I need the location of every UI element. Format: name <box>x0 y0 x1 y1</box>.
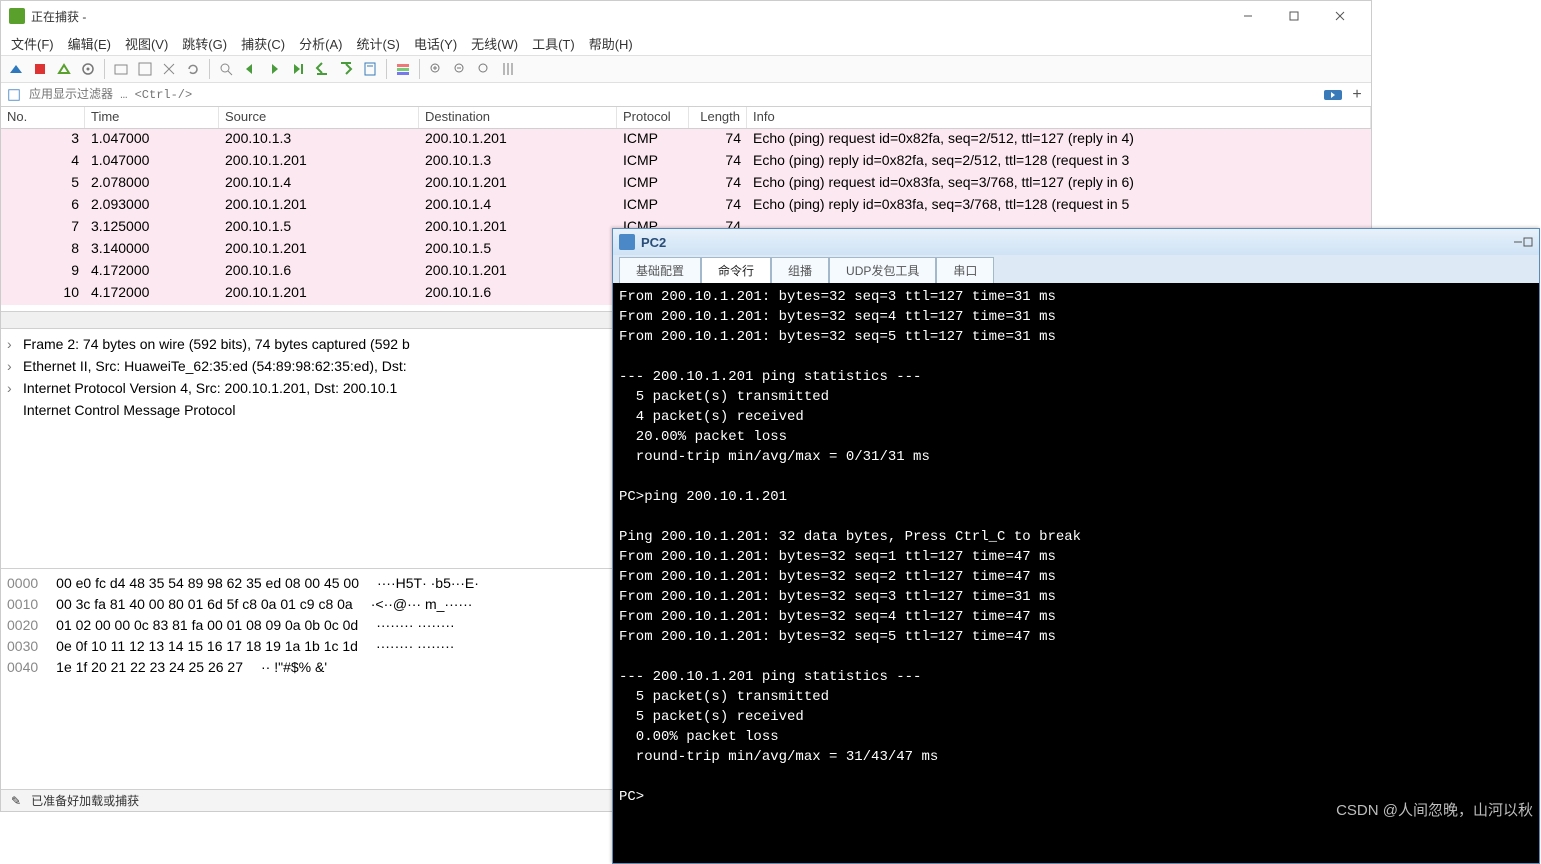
pc2-window: PC2 基础配置命令行组播UDP发包工具串口 From 200.10.1.201… <box>612 228 1540 864</box>
column-no[interactable]: No. <box>1 107 85 128</box>
column-dest[interactable]: Destination <box>419 107 617 128</box>
column-info[interactable]: Info <box>747 107 1371 128</box>
window-title: 正在捕获 - <box>31 8 1225 25</box>
pc2-minimize-button[interactable] <box>1513 235 1523 250</box>
menu-item[interactable]: 编辑(E) <box>62 32 117 55</box>
capture-options-button[interactable] <box>77 58 99 80</box>
chevron-right-icon: › <box>7 355 17 377</box>
pc2-icon <box>619 234 635 250</box>
packet-row[interactable]: 62.093000200.10.1.201200.10.1.4ICMP74Ech… <box>1 195 1371 217</box>
menu-item[interactable]: 帮助(H) <box>583 32 639 55</box>
filter-apply-button[interactable] <box>1321 85 1345 105</box>
stop-capture-button[interactable] <box>29 58 51 80</box>
titlebar: 正在捕获 - <box>1 1 1371 31</box>
packet-row[interactable]: 41.047000200.10.1.201200.10.1.3ICMP74Ech… <box>1 151 1371 173</box>
save-button[interactable] <box>134 58 156 80</box>
menu-item[interactable]: 无线(W) <box>465 32 524 55</box>
menu-item[interactable]: 捕获(C) <box>235 32 291 55</box>
open-file-button[interactable] <box>110 58 132 80</box>
pc2-tab[interactable]: UDP发包工具 <box>829 257 936 283</box>
shark-icon[interactable] <box>5 58 27 80</box>
pc2-tab[interactable]: 串口 <box>936 257 994 283</box>
minimize-button[interactable] <box>1225 1 1271 31</box>
pc2-tab[interactable]: 命令行 <box>701 257 771 283</box>
pc2-tabs: 基础配置命令行组播UDP发包工具串口 <box>613 255 1539 283</box>
menu-item[interactable]: 工具(T) <box>526 32 581 55</box>
close-file-button[interactable] <box>158 58 180 80</box>
reload-button[interactable] <box>182 58 204 80</box>
close-button[interactable] <box>1317 1 1363 31</box>
filter-bar: + <box>1 83 1371 107</box>
column-proto[interactable]: Protocol <box>617 107 689 128</box>
pc2-titlebar: PC2 <box>613 229 1539 255</box>
status-gear-icon[interactable]: ✎ <box>11 794 21 808</box>
go-back-button[interactable] <box>239 58 261 80</box>
goto-packet-button[interactable] <box>287 58 309 80</box>
zoom-in-button[interactable] <box>425 58 447 80</box>
zoom-out-button[interactable] <box>449 58 471 80</box>
colorize-button[interactable] <box>392 58 414 80</box>
find-button[interactable] <box>215 58 237 80</box>
column-length[interactable]: Length <box>689 107 747 128</box>
menu-item[interactable]: 分析(A) <box>293 32 348 55</box>
zoom-reset-button[interactable] <box>473 58 495 80</box>
maximize-button[interactable] <box>1271 1 1317 31</box>
pc2-title: PC2 <box>641 235 1513 250</box>
pc2-maximize-button[interactable] <box>1523 235 1533 250</box>
menu-item[interactable]: 视图(V) <box>119 32 174 55</box>
restart-capture-button[interactable] <box>53 58 75 80</box>
menu-item[interactable]: 文件(F) <box>5 32 60 55</box>
filter-add-button[interactable]: + <box>1345 85 1369 105</box>
chevron-right-icon: › <box>7 377 17 399</box>
packet-list-header: No. Time Source Destination Protocol Len… <box>1 107 1371 129</box>
goto-last-button[interactable] <box>335 58 357 80</box>
pc2-tab[interactable]: 组播 <box>771 257 829 283</box>
chevron-right-icon <box>7 399 17 421</box>
auto-scroll-button[interactable] <box>359 58 381 80</box>
go-forward-button[interactable] <box>263 58 285 80</box>
toolbar <box>1 55 1371 83</box>
display-filter-input[interactable] <box>25 86 1321 104</box>
menu-item[interactable]: 跳转(G) <box>176 32 233 55</box>
menu-item[interactable]: 电话(Y) <box>408 32 463 55</box>
column-time[interactable]: Time <box>85 107 219 128</box>
filter-icon <box>3 88 25 102</box>
packet-row[interactable]: 31.047000200.10.1.3200.10.1.201ICMP74Ech… <box>1 129 1371 151</box>
packet-row[interactable]: 52.078000200.10.1.4200.10.1.201ICMP74Ech… <box>1 173 1371 195</box>
wireshark-icon <box>9 8 25 24</box>
column-source[interactable]: Source <box>219 107 419 128</box>
menu-item[interactable]: 统计(S) <box>350 32 405 55</box>
goto-first-button[interactable] <box>311 58 333 80</box>
resize-columns-button[interactable] <box>497 58 519 80</box>
menubar: 文件(F)编辑(E)视图(V)跳转(G)捕获(C)分析(A)统计(S)电话(Y)… <box>1 31 1371 55</box>
chevron-right-icon: › <box>7 333 17 355</box>
status-text: 已准备好加载或捕获 <box>31 792 139 809</box>
pc2-tab[interactable]: 基础配置 <box>619 257 701 283</box>
pc2-terminal[interactable]: From 200.10.1.201: bytes=32 seq=3 ttl=12… <box>613 283 1539 863</box>
